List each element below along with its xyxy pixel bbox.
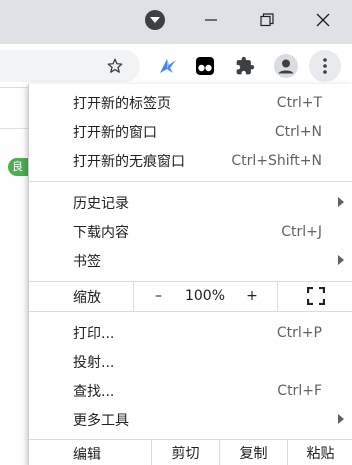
profile-button[interactable] [270, 50, 302, 82]
menu-item-bookmarks[interactable]: 书签 [29, 246, 352, 275]
edit-row: 编辑 剪切 复制 粘贴 [29, 440, 352, 465]
menu-item-cast[interactable]: 投射... [29, 347, 352, 376]
menu-item-shortcut: Ctrl+F [277, 382, 322, 399]
zoom-label: 缩放 [73, 290, 101, 306]
close-icon [316, 13, 330, 27]
restore-button[interactable] [242, 0, 292, 40]
star-icon [107, 58, 123, 73]
zoom-in-button[interactable]: + [227, 281, 277, 311]
fullscreen-icon [306, 287, 325, 305]
page-badge: 良 [8, 158, 28, 176]
menu-item-label: 投射... [73, 354, 115, 371]
menu-item-new-incognito[interactable]: 打开新的无痕窗口 Ctrl+Shift+N [29, 146, 352, 175]
menu-item-label: 下载内容 [73, 224, 129, 241]
menu-item-label: 查找... [73, 383, 115, 400]
more-menu-button[interactable] [309, 50, 341, 82]
extensions-button[interactable] [229, 50, 261, 82]
minimize-icon [205, 19, 217, 21]
menu-item-shortcut: Ctrl+P [276, 324, 322, 341]
menu-item-label: 打开新的无痕窗口 [73, 153, 185, 170]
menu-item-more-tools[interactable]: 更多工具 [29, 405, 352, 434]
edit-label: 编辑 [73, 447, 101, 463]
menu-item-find[interactable]: 查找... Ctrl+F [29, 376, 352, 405]
extension-bird-button[interactable] [152, 50, 184, 82]
toolbar [0, 44, 352, 88]
cut-button[interactable]: 剪切 [151, 440, 219, 465]
menu-separator [29, 181, 352, 182]
copy-button[interactable]: 复制 [219, 440, 287, 465]
minimize-button[interactable] [186, 0, 236, 40]
submenu-arrow-icon [338, 414, 344, 424]
bookmark-star-button[interactable] [99, 50, 131, 82]
menu-item-label: 打开新的标签页 [73, 95, 171, 112]
menu-item-shortcut: Ctrl+N [274, 123, 322, 140]
extension-tampermonkey-button[interactable] [189, 50, 221, 82]
puzzle-icon [236, 56, 255, 75]
dropdown-icon [145, 10, 165, 30]
menu-item-shortcut: Ctrl+T [276, 94, 322, 111]
submenu-arrow-icon [338, 197, 344, 207]
close-button[interactable] [298, 0, 348, 40]
page-divider [0, 128, 28, 129]
menu-item-history[interactable]: 历史记录 [29, 188, 352, 217]
paste-button[interactable]: 粘贴 [287, 440, 352, 465]
menu-separator [29, 311, 352, 312]
menu-item-label: 历史记录 [73, 195, 129, 212]
chrome-menu: 打开新的标签页 Ctrl+T 打开新的窗口 Ctrl+N 打开新的无痕窗口 Ct… [28, 84, 352, 465]
title-bar [0, 0, 352, 44]
menu-item-downloads[interactable]: 下载内容 Ctrl+J [29, 217, 352, 246]
zoom-out-button[interactable]: – [133, 281, 183, 311]
menu-item-label: 打开新的窗口 [73, 124, 157, 141]
zoom-level: 100% [184, 288, 226, 304]
more-vert-icon [323, 58, 327, 74]
tab-search-button[interactable] [132, 0, 178, 40]
extension-tampermonkey-icon [196, 57, 214, 75]
extension-bird-icon [160, 59, 176, 73]
menu-item-new-tab[interactable]: 打开新的标签页 Ctrl+T [29, 88, 352, 117]
profile-icon [274, 54, 298, 78]
menu-item-print[interactable]: 打印... Ctrl+P [29, 318, 352, 347]
menu-item-label: 书签 [73, 253, 101, 270]
menu-item-shortcut: Ctrl+Shift+N [231, 152, 322, 169]
menu-item-shortcut: Ctrl+J [281, 223, 322, 240]
menu-item-label: 更多工具 [73, 412, 129, 429]
menu-item-new-window[interactable]: 打开新的窗口 Ctrl+N [29, 117, 352, 146]
fullscreen-button[interactable] [277, 281, 352, 311]
menu-item-label: 打印... [73, 325, 115, 342]
maximize-icon [260, 13, 274, 27]
zoom-row: 缩放 – 100% + [29, 281, 352, 311]
submenu-arrow-icon [338, 255, 344, 265]
